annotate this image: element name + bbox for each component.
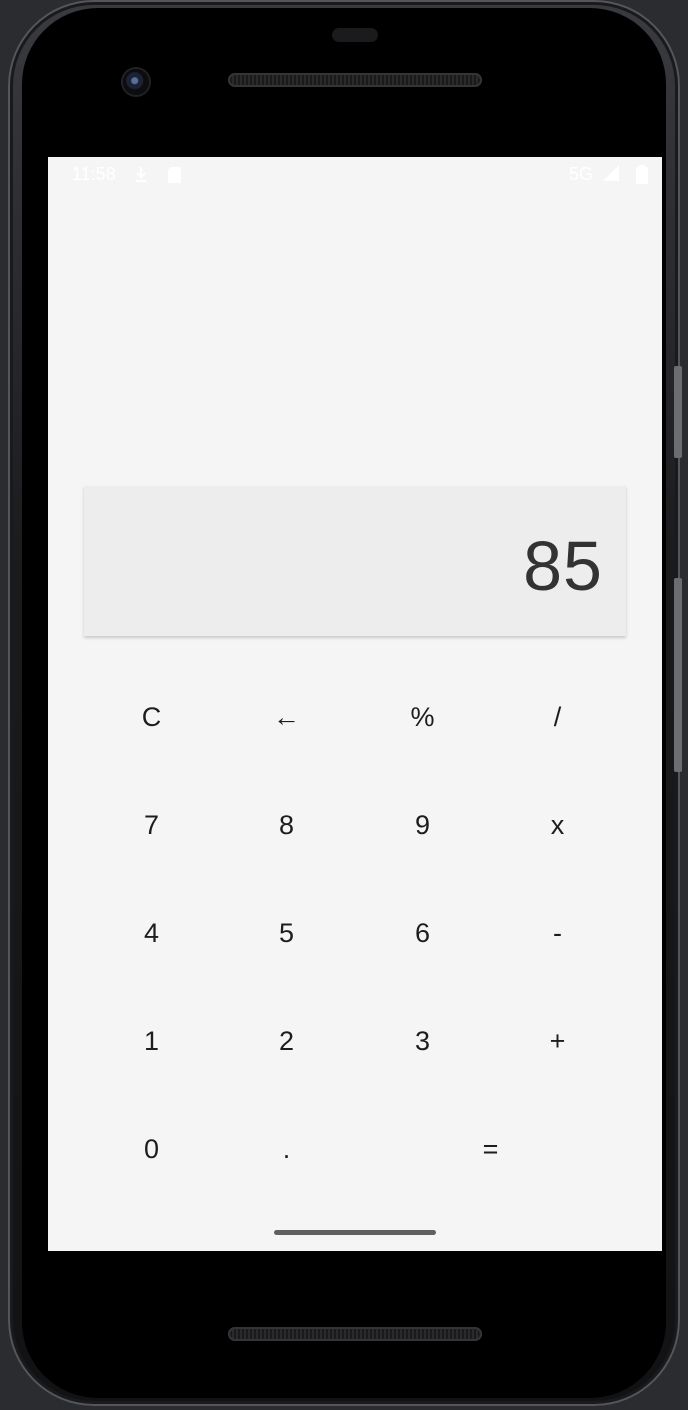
status-right-cluster: 5G — [569, 164, 620, 187]
backspace-button[interactable]: ← — [219, 663, 354, 771]
digit-6-button[interactable]: 6 — [355, 879, 490, 987]
decimal-button[interactable]: . — [219, 1095, 354, 1203]
signal-icon — [602, 164, 620, 187]
add-button[interactable]: + — [490, 987, 625, 1095]
subtract-button[interactable]: - — [490, 879, 625, 987]
calculator-keypad: C ← % / 7 8 9 x 4 5 6 - 1 2 3 + 0 . = — [84, 663, 626, 1203]
status-time: 11:58 — [72, 164, 116, 184]
status-bar: 11:58 5G — [48, 157, 662, 193]
divide-button[interactable]: / — [490, 663, 625, 771]
display-value: 85 — [523, 527, 603, 605]
bottom-speaker-grille — [228, 1327, 482, 1341]
digit-5-button[interactable]: 5 — [219, 879, 354, 987]
home-indicator[interactable] — [274, 1230, 436, 1235]
phone-device-frame: 11:58 5G 85 C ← % / 7 8 9 x 4 5 6 - 1 2 … — [8, 0, 682, 1406]
digit-0-button[interactable]: 0 — [84, 1095, 219, 1203]
digit-7-button[interactable]: 7 — [84, 771, 219, 879]
download-icon — [134, 166, 148, 189]
earpiece-notch — [332, 28, 378, 42]
percent-button[interactable]: % — [355, 663, 490, 771]
equals-button[interactable]: = — [355, 1095, 626, 1203]
volume-button — [674, 366, 682, 458]
sim-card-icon — [167, 166, 183, 189]
calculator-display: 85 — [84, 486, 626, 636]
front-camera — [123, 69, 149, 95]
top-speaker-grille — [228, 73, 482, 87]
phone-screen: 11:58 5G 85 C ← % / 7 8 9 x 4 5 6 - 1 2 … — [48, 157, 662, 1251]
power-button — [674, 578, 682, 772]
multiply-button[interactable]: x — [490, 771, 625, 879]
digit-3-button[interactable]: 3 — [355, 987, 490, 1095]
digit-8-button[interactable]: 8 — [219, 771, 354, 879]
clear-button[interactable]: C — [84, 663, 219, 771]
digit-4-button[interactable]: 4 — [84, 879, 219, 987]
battery-icon — [635, 165, 649, 190]
digit-2-button[interactable]: 2 — [219, 987, 354, 1095]
digit-9-button[interactable]: 9 — [355, 771, 490, 879]
digit-1-button[interactable]: 1 — [84, 987, 219, 1095]
network-type: 5G — [568, 164, 593, 184]
